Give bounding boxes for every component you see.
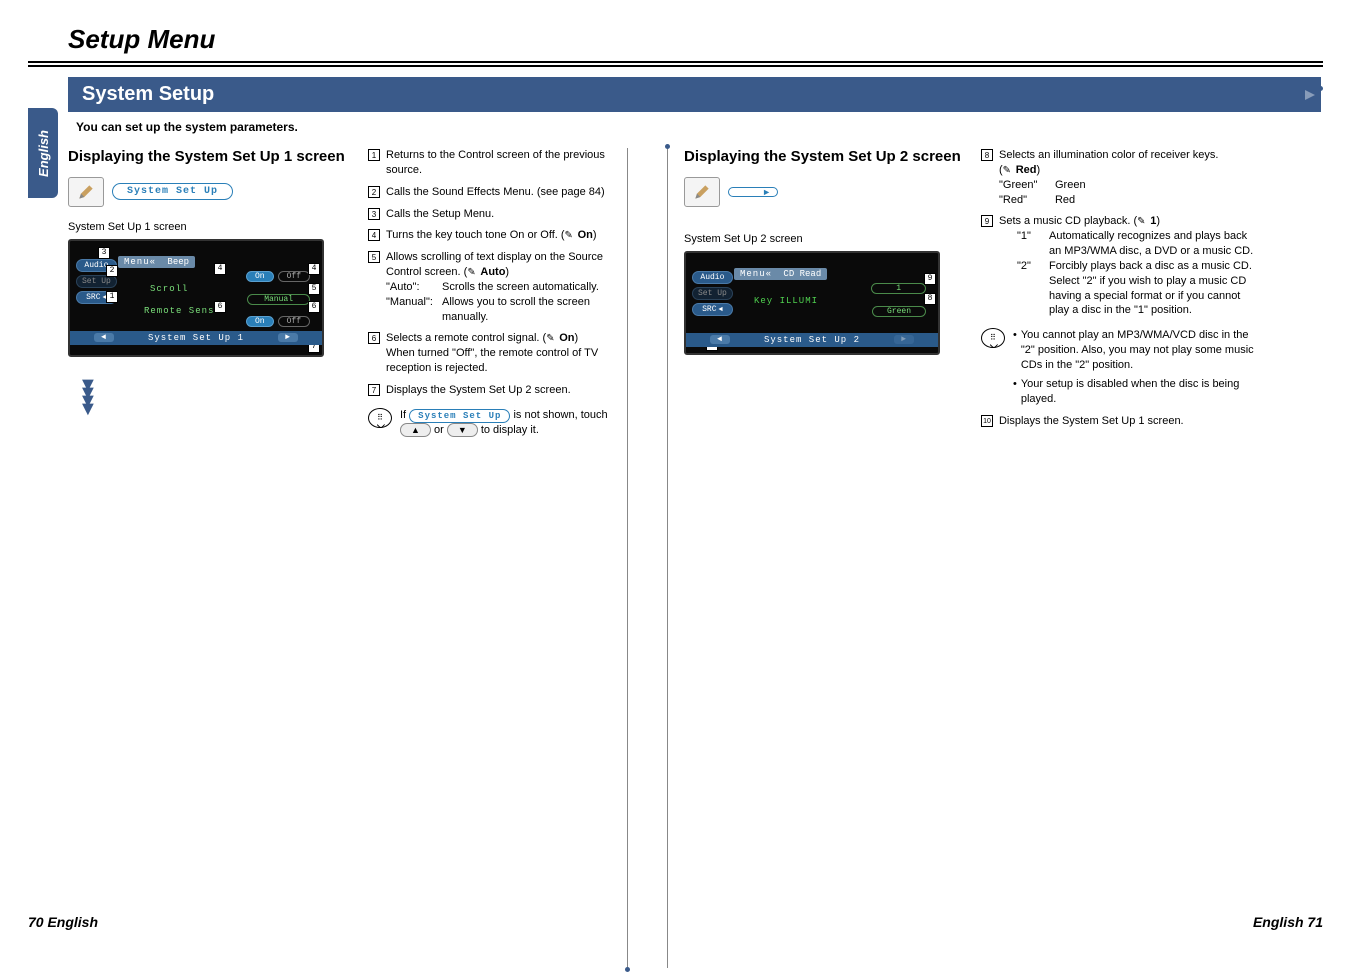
remote-sensor-label: Remote Sensor bbox=[78, 306, 227, 316]
right-wrap: Displaying the System Set Up 2 screen ► … bbox=[628, 148, 1258, 968]
screen2-label: System Set Up 2 screen bbox=[684, 233, 963, 245]
device-footer-2: ◄ System Set Up 2 ► bbox=[686, 333, 938, 347]
left-column: Displaying the System Set Up 1 screen Sy… bbox=[68, 148, 358, 968]
desc-5: 5 Allows scrolling of text display on th… bbox=[368, 250, 615, 324]
section-header: System Setup bbox=[68, 77, 1321, 112]
nav-left-button[interactable]: ◄ bbox=[94, 333, 114, 342]
brush-icon bbox=[692, 182, 712, 202]
subheading-2: Displaying the System Set Up 2 screen bbox=[684, 148, 963, 167]
callout-4b: 4 bbox=[308, 263, 320, 275]
callout-5: 5 bbox=[308, 283, 320, 295]
src-button-2[interactable]: SRC bbox=[692, 303, 733, 316]
subheading-1: Displaying the System Set Up 1 screen bbox=[68, 148, 358, 167]
descriptions-left: 1 Returns to the Control screen of the p… bbox=[358, 148, 628, 968]
page-container: Setup Menu English System Setup You can … bbox=[28, 24, 1323, 930]
tip-icon: ⠿ bbox=[368, 408, 392, 428]
separator-dot-icon bbox=[625, 967, 630, 972]
callout-9: 9 bbox=[924, 273, 936, 285]
title-underline bbox=[28, 61, 1323, 67]
desc-4: 4 Turns the key touch tone On or Off. (✎… bbox=[368, 228, 615, 243]
setup-button-2[interactable]: Set Up bbox=[692, 287, 733, 300]
audio-button-2[interactable]: Audio bbox=[692, 271, 733, 284]
callout-4a: 4 bbox=[214, 263, 226, 275]
descriptions-right: 8 Selects an illumination color of recei… bbox=[963, 148, 1258, 968]
down-button-icon: ▼ bbox=[447, 423, 478, 437]
remote-on-button[interactable]: On bbox=[246, 316, 274, 327]
tip-box: ⠿ If System Set Up is not shown, touch ▲… bbox=[368, 408, 615, 438]
warn-icon: ⠿ bbox=[981, 328, 1005, 348]
content-columns: Displaying the System Set Up 1 screen Sy… bbox=[28, 148, 1323, 968]
brush-icon bbox=[76, 182, 96, 202]
page-number-left: 70 English bbox=[28, 914, 98, 930]
desc-1: 1 Returns to the Control screen of the p… bbox=[368, 148, 615, 178]
callout-6b: 6 bbox=[308, 301, 320, 313]
remote-off-button[interactable]: Off bbox=[278, 316, 310, 327]
nav-left-button-2[interactable]: ◄ bbox=[710, 335, 730, 344]
pencil-icon: ✎ bbox=[1003, 164, 1013, 174]
chevron-right-icon bbox=[1305, 90, 1315, 100]
callout-2: 2 bbox=[106, 265, 118, 277]
right-column: Displaying the System Set Up 2 screen ► … bbox=[668, 148, 963, 968]
nav-right-button[interactable]: ► bbox=[278, 333, 298, 342]
callout-3: 3 bbox=[98, 247, 110, 259]
section-header-label: System Setup bbox=[82, 83, 214, 105]
desc-2: 2 Calls the Sound Effects Menu. (see pag… bbox=[368, 185, 615, 200]
illumi-green-button[interactable]: Green bbox=[872, 306, 926, 317]
desc-8: 8 Selects an illumination color of recei… bbox=[981, 148, 1258, 207]
page-title: Setup Menu bbox=[28, 24, 1323, 55]
device-screen-1: Audio Set Up SRC 3 2 1 4 4 5 6 6 7 Menu«… bbox=[68, 239, 324, 357]
page-number-right: English 71 bbox=[1253, 914, 1323, 930]
beep-off-button[interactable]: Off bbox=[278, 271, 310, 282]
desc-7: 7 Displays the System Set Up 2 screen. bbox=[368, 383, 615, 398]
nav-right-pill[interactable]: ► bbox=[728, 187, 778, 197]
nav-right-button-2[interactable]: ► bbox=[894, 335, 914, 344]
mode-button-row-2: ► bbox=[684, 177, 963, 207]
pencil-icon: ✎ bbox=[565, 229, 575, 239]
desc-9: 9 Sets a music CD playback. (✎ 1) "1"Aut… bbox=[981, 214, 1258, 318]
desc-6: 6 Selects a remote control signal. (✎ On… bbox=[368, 331, 615, 376]
tip-system-setup-pill: System Set Up bbox=[409, 409, 510, 423]
callout-1: 1 bbox=[106, 291, 118, 303]
mode-button-row-1: System Set Up bbox=[68, 177, 358, 207]
device-screen-2: Audio Set Up SRC 9 8 10 Menu« CD Read 1 bbox=[684, 251, 940, 355]
beep-on-button[interactable]: On bbox=[246, 271, 274, 282]
pencil-icon: ✎ bbox=[546, 332, 556, 342]
up-button-icon: ▲ bbox=[400, 423, 431, 437]
warn-box: ⠿ •You cannot play an MP3/WMA/VCD disc i… bbox=[981, 328, 1258, 406]
desc-10: 10 Displays the System Set Up 1 screen. bbox=[981, 414, 1258, 429]
system-setup-button[interactable]: System Set Up bbox=[112, 183, 233, 200]
separator-dot-top-icon bbox=[665, 144, 670, 149]
brush-mode-button-2[interactable] bbox=[684, 177, 720, 207]
pencil-icon: ✎ bbox=[467, 266, 477, 276]
menu-bar-2: Menu« CD Read bbox=[734, 268, 827, 280]
device-footer-1: ◄ System Set Up 1 ► bbox=[70, 331, 322, 345]
pencil-icon: ✎ bbox=[1137, 215, 1147, 225]
callout-6a: 6 bbox=[214, 301, 226, 313]
cdread-1-button[interactable]: 1 bbox=[871, 283, 926, 294]
desc-3: 3 Calls the Setup Menu. bbox=[368, 207, 615, 222]
scroll-down-icon: ▼▼▼▼ bbox=[78, 381, 358, 413]
callout-8: 8 bbox=[924, 293, 936, 305]
menu-bar-1: Menu« Beep bbox=[118, 256, 195, 268]
screen1-label: System Set Up 1 screen bbox=[68, 221, 358, 233]
intro-text: You can set up the system parameters. bbox=[76, 120, 1323, 134]
scroll-manual-button[interactable]: Manual bbox=[247, 294, 310, 305]
brush-mode-button[interactable] bbox=[68, 177, 104, 207]
